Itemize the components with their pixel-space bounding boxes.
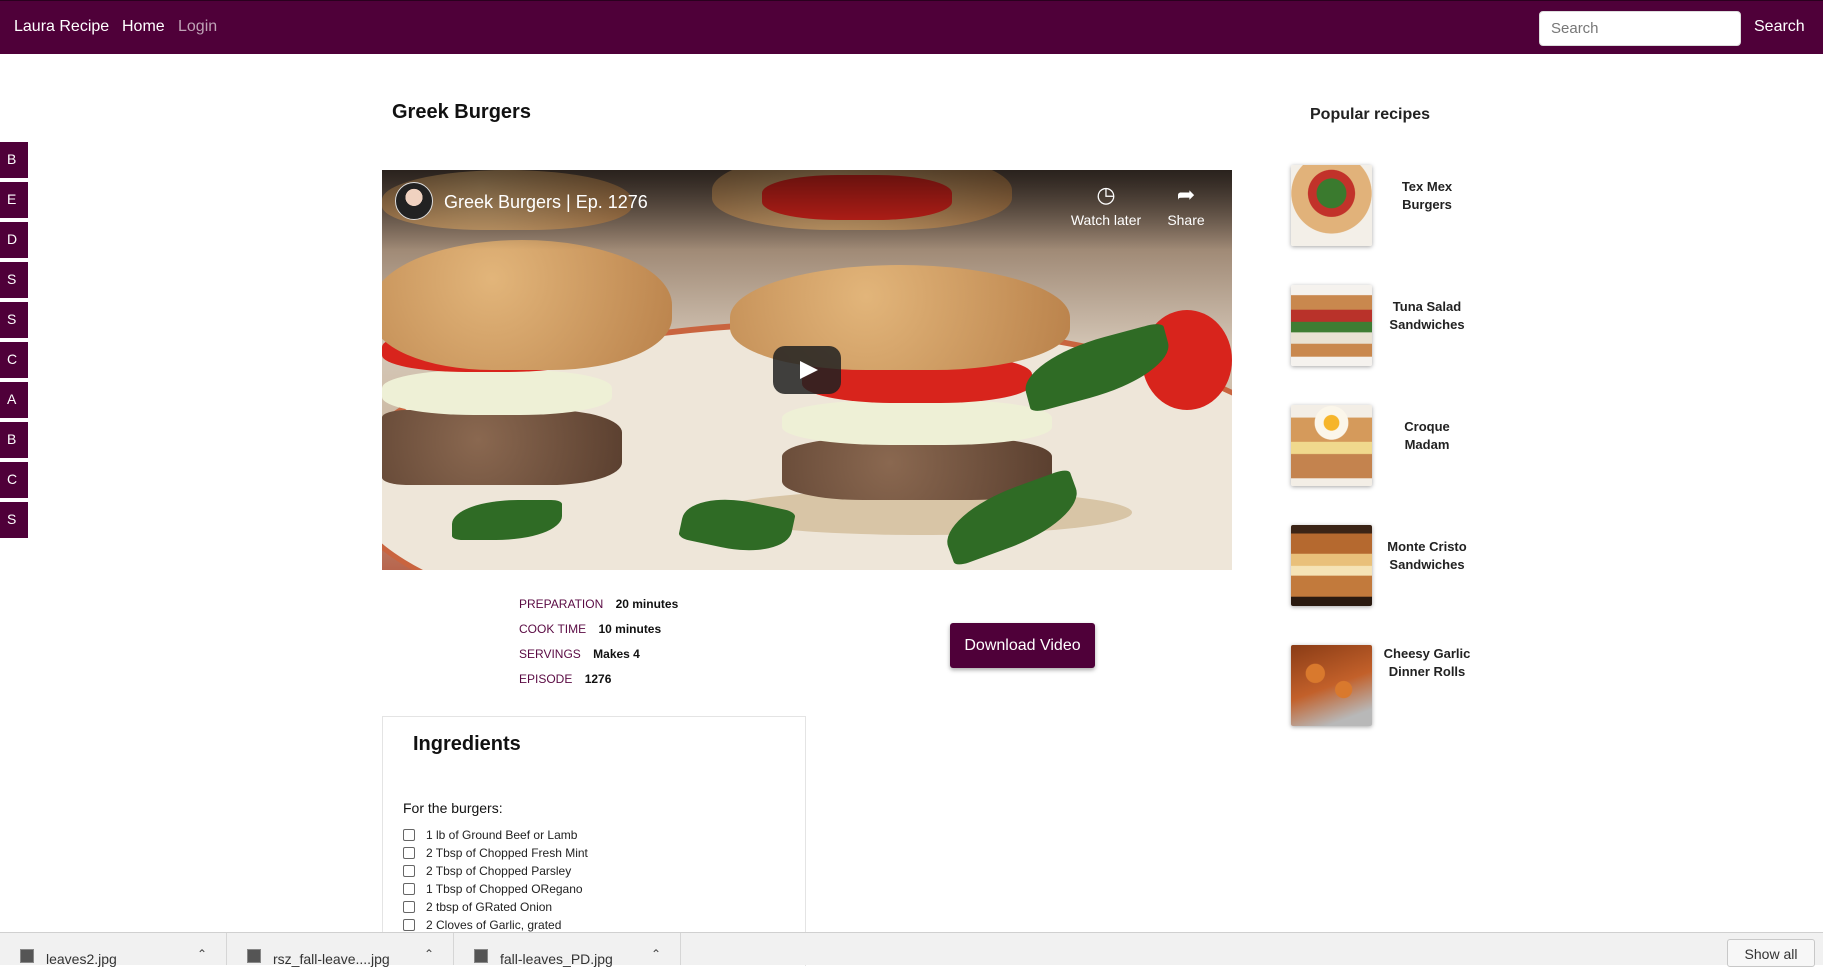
nav-home-link[interactable]: Home bbox=[122, 18, 165, 36]
letter-tab[interactable]: D bbox=[0, 222, 28, 258]
letter-tab[interactable]: S bbox=[0, 262, 28, 298]
show-all-button[interactable]: Show all bbox=[1727, 939, 1815, 967]
ingredients-subtitle: For the burgers: bbox=[403, 800, 503, 816]
meta-label: COOK TIME bbox=[519, 622, 587, 636]
recipe-thumbnail[interactable] bbox=[1291, 525, 1372, 606]
popular-recipes-title: Popular recipes bbox=[1310, 106, 1431, 123]
recipe-link[interactable]: Cheesy Garlic Dinner Rolls bbox=[1381, 645, 1473, 681]
share-label: Share bbox=[1167, 212, 1205, 228]
download-video-button[interactable]: Download Video bbox=[950, 623, 1095, 668]
download-filename: fall-leaves_PD.jpg bbox=[500, 951, 613, 967]
ingredient-item: 2 Tbsp of Chopped Fresh Mint bbox=[403, 844, 588, 862]
clock-icon: ◷ bbox=[1096, 182, 1116, 207]
meta-label: SERVINGS bbox=[519, 647, 581, 661]
meta-row: SERVINGS Makes 4 bbox=[519, 646, 678, 671]
meta-label: PREPARATION bbox=[519, 597, 604, 611]
letter-tab[interactable]: S bbox=[0, 302, 28, 338]
letter-tab[interactable]: S bbox=[0, 502, 28, 538]
ingredient-item: 1 Tbsp of Chopped ORegano bbox=[403, 880, 588, 898]
recipe-thumbnail[interactable] bbox=[1291, 645, 1372, 726]
download-item[interactable]: fall-leaves_PD.jpg ⌃ bbox=[454, 933, 681, 967]
download-filename: rsz_fall-leave....jpg bbox=[273, 951, 390, 967]
chevron-up-icon[interactable]: ⌃ bbox=[197, 947, 207, 961]
channel-avatar[interactable] bbox=[395, 182, 433, 220]
ingredient-checkbox[interactable] bbox=[403, 919, 415, 931]
file-icon bbox=[20, 949, 34, 963]
recipe-thumbnail[interactable] bbox=[1291, 285, 1372, 366]
letter-tab[interactable]: A bbox=[0, 382, 28, 418]
letter-tab[interactable]: C bbox=[0, 462, 28, 498]
recipe-link[interactable]: Tuna Salad Sandwiches bbox=[1381, 298, 1473, 334]
ingredients-card: Ingredients For the burgers: 1 lb of Gro… bbox=[382, 716, 806, 966]
video-player[interactable]: Greek Burgers | Ep. 1276 ◷ Watch later ➦… bbox=[382, 170, 1232, 570]
file-icon bbox=[474, 949, 488, 963]
ingredient-checkbox[interactable] bbox=[403, 883, 415, 895]
watch-later-label: Watch later bbox=[1070, 212, 1142, 228]
letter-tab[interactable]: B bbox=[0, 422, 28, 458]
letter-tab[interactable]: B bbox=[0, 142, 28, 178]
file-icon bbox=[247, 949, 261, 963]
download-item[interactable]: rsz_fall-leave....jpg ⌃ bbox=[227, 933, 454, 967]
play-button[interactable] bbox=[773, 346, 841, 394]
ingredient-item: 1 lb of Ground Beef or Lamb bbox=[403, 826, 588, 844]
ingredient-item: 2 tbsp of GRated Onion bbox=[403, 898, 588, 916]
brand-link[interactable]: Laura Recipe bbox=[14, 18, 109, 36]
download-shelf: leaves2.jpg ⌃ rsz_fall-leave....jpg ⌃ fa… bbox=[0, 932, 1823, 967]
meta-label: EPISODE bbox=[519, 672, 573, 686]
ingredient-label: 2 Tbsp of Chopped Fresh Mint bbox=[426, 846, 588, 860]
watch-later-button[interactable]: ◷ Watch later bbox=[1066, 182, 1146, 228]
share-button[interactable]: ➦ Share bbox=[1146, 182, 1226, 228]
navbar: Laura Recipe Home Login Search bbox=[0, 0, 1823, 54]
letter-tab[interactable]: C bbox=[0, 342, 28, 378]
ingredient-checkbox[interactable] bbox=[403, 865, 415, 877]
recipe-thumbnail[interactable] bbox=[1291, 405, 1372, 486]
download-item[interactable]: leaves2.jpg ⌃ bbox=[0, 933, 227, 967]
recipe-meta: PREPARATION 20 minutes COOK TIME 10 minu… bbox=[519, 596, 678, 696]
recipe-link[interactable]: Monte Cristo Sandwiches bbox=[1381, 538, 1473, 574]
recipe-thumbnail[interactable] bbox=[1291, 165, 1372, 246]
letter-index: B E D S S C A B C S bbox=[0, 142, 28, 542]
meta-row: COOK TIME 10 minutes bbox=[519, 621, 678, 646]
video-title[interactable]: Greek Burgers | Ep. 1276 bbox=[444, 192, 648, 213]
ingredient-checkbox[interactable] bbox=[403, 847, 415, 859]
search-input[interactable] bbox=[1539, 11, 1741, 46]
ingredient-checkbox[interactable] bbox=[403, 901, 415, 913]
share-icon: ➦ bbox=[1176, 182, 1196, 207]
ingredient-item: 2 Tbsp of Chopped Parsley bbox=[403, 862, 588, 880]
search-button[interactable]: Search bbox=[1754, 18, 1805, 36]
download-filename: leaves2.jpg bbox=[46, 951, 117, 967]
ingredient-checkbox[interactable] bbox=[403, 829, 415, 841]
ingredient-label: 2 Cloves of Garlic, grated bbox=[426, 918, 562, 932]
letter-tab[interactable]: E bbox=[0, 182, 28, 218]
meta-value: 20 minutes bbox=[615, 597, 679, 611]
ingredient-label: 1 Tbsp of Chopped ORegano bbox=[426, 882, 583, 896]
meta-value: 10 minutes bbox=[598, 622, 662, 636]
chevron-up-icon[interactable]: ⌃ bbox=[651, 947, 661, 961]
ingredient-label: 2 tbsp of GRated Onion bbox=[426, 900, 553, 914]
ingredient-label: 2 Tbsp of Chopped Parsley bbox=[426, 864, 572, 878]
ingredients-title: Ingredients bbox=[413, 733, 521, 755]
ingredient-list: 1 lb of Ground Beef or Lamb 2 Tbsp of Ch… bbox=[403, 826, 588, 934]
chevron-up-icon[interactable]: ⌃ bbox=[424, 947, 434, 961]
recipe-title: Greek Burgers bbox=[392, 101, 531, 123]
meta-row: EPISODE 1276 bbox=[519, 671, 678, 696]
ingredient-label: 1 lb of Ground Beef or Lamb bbox=[426, 828, 578, 842]
meta-value: 1276 bbox=[584, 672, 612, 686]
recipe-link[interactable]: Tex Mex Burgers bbox=[1381, 178, 1473, 214]
meta-row: PREPARATION 20 minutes bbox=[519, 596, 678, 621]
meta-value: Makes 4 bbox=[593, 647, 640, 661]
recipe-link[interactable]: Croque Madam bbox=[1381, 418, 1473, 454]
nav-login-link[interactable]: Login bbox=[178, 18, 217, 36]
